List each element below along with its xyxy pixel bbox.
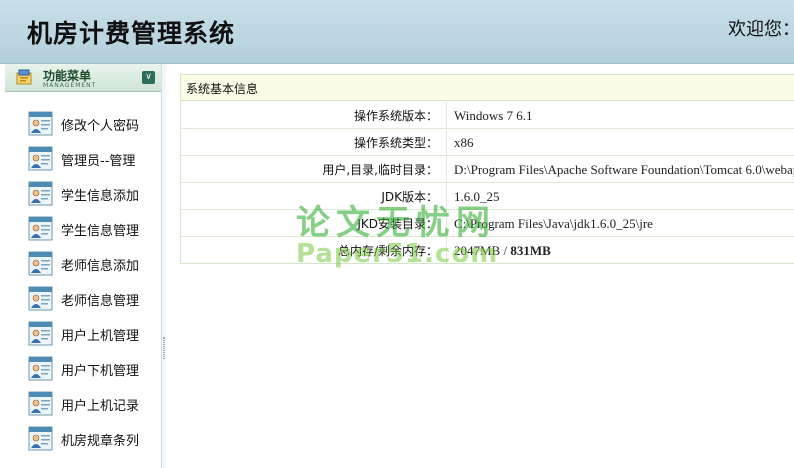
sidebar-item-label[interactable]: 管理员--管理 — [61, 150, 135, 169]
user-card-icon — [28, 286, 53, 311]
info-value: D:\Program Files\Apache Software Foundat… — [454, 162, 794, 177]
info-label: 操作系统类型： — [181, 129, 447, 155]
info-row-os-version: 操作系统版本： Windows 7 6.1 — [181, 102, 794, 129]
welcome-text: 欢迎您： — [728, 19, 794, 40]
sidebar-item-label[interactable]: 用户上机记录 — [61, 395, 139, 414]
sidebar-item[interactable]: 机房规章条列 — [28, 426, 158, 452]
user-card-icon — [28, 391, 53, 416]
menu-subheading: MANAGEMENT — [43, 82, 97, 89]
sidebar-item-label[interactable]: 老师信息添加 — [61, 255, 139, 274]
sidebar-item[interactable]: 修改个人密码 — [28, 111, 158, 137]
sidebar-item[interactable]: 老师信息添加 — [28, 251, 158, 277]
panel-title-text: 系统基本信息 — [186, 82, 259, 96]
sidebar-item[interactable]: 老师信息管理 — [28, 286, 158, 312]
sidebar-item[interactable]: 管理员--管理 — [28, 146, 158, 172]
info-label: JKD安装目录： — [181, 210, 447, 236]
info-value: Windows 7 6.1 — [454, 108, 533, 123]
info-value: x86 — [454, 135, 474, 150]
sidebar: 功能菜单 MANAGEMENT ∨ 修改个人密码 管理员--管理 学生信息添加 学生信… — [0, 64, 166, 468]
info-label: 总内存/剩余内存： — [181, 237, 447, 263]
app-header: 机房计费管理系统 欢迎您： — [0, 0, 794, 64]
info-label: JDK版本： — [181, 183, 447, 209]
sidebar-item-label[interactable]: 学生信息管理 — [61, 220, 139, 239]
info-value: 1.6.0_25 — [454, 189, 500, 204]
sidebar-item-label[interactable]: 学生信息添加 — [61, 185, 139, 204]
sidebar-item-label[interactable]: 用户下机管理 — [61, 360, 139, 379]
info-row-user-dirs: 用户,目录,临时目录： D:\Program Files\Apache Soft… — [181, 156, 794, 183]
info-row-os-type: 操作系统类型： x86 — [181, 129, 794, 156]
system-info-panel: 系统基本信息 操作系统版本： Windows 7 6.1 操作系统类型： x86… — [180, 74, 794, 264]
sidebar-item[interactable]: 用户上机管理 — [28, 321, 158, 347]
sidebar-item-label[interactable]: 老师信息管理 — [61, 290, 139, 309]
memory-separator: / — [503, 243, 508, 258]
user-card-icon — [28, 251, 53, 276]
sidebar-item[interactable]: 学生信息管理 — [28, 216, 158, 242]
user-card-icon — [28, 216, 53, 241]
menu-header[interactable]: 功能菜单 MANAGEMENT ∨ — [5, 64, 161, 92]
info-row-memory: 总内存/剩余内存： 2047MB / 831MB — [181, 237, 794, 264]
total-memory: 2047MB — [454, 243, 501, 258]
info-value: C:\Program Files\Java\jdk1.6.0_25\jre — [454, 216, 653, 231]
sidebar-item[interactable]: 学生信息添加 — [28, 181, 158, 207]
memory-value: 2047MB / 831MB — [454, 243, 551, 259]
menu-icon — [16, 69, 32, 85]
user-card-icon — [28, 321, 53, 346]
sidebar-item-label[interactable]: 修改个人密码 — [61, 115, 139, 134]
sidebar-item[interactable]: 用户上机记录 — [28, 391, 158, 417]
sidebar-item[interactable]: 用户下机管理 — [28, 356, 158, 382]
sidebar-item-label[interactable]: 用户上机管理 — [61, 325, 139, 344]
user-card-icon — [28, 146, 53, 171]
panel-title: 系统基本信息 — [181, 75, 794, 101]
user-card-icon — [28, 356, 53, 381]
info-label: 操作系统版本： — [181, 102, 447, 128]
user-card-icon — [28, 426, 53, 451]
chevron-double-down-icon[interactable]: ∨ — [142, 71, 155, 84]
info-label: 用户,目录,临时目录： — [181, 156, 447, 182]
user-card-icon — [28, 181, 53, 206]
user-card-icon — [28, 111, 53, 136]
sidebar-item-label[interactable]: 机房规章条列 — [61, 430, 139, 449]
info-row-jdk-version: JDK版本： 1.6.0_25 — [181, 183, 794, 210]
app-title: 机房计费管理系统 — [27, 19, 236, 48]
free-memory: 831MB — [510, 243, 551, 258]
splitter-grip-icon[interactable] — [163, 337, 165, 359]
sidebar-splitter[interactable] — [161, 64, 166, 468]
info-row-jdk-dir: JKD安装目录： C:\Program Files\Java\jdk1.6.0_… — [181, 210, 794, 237]
